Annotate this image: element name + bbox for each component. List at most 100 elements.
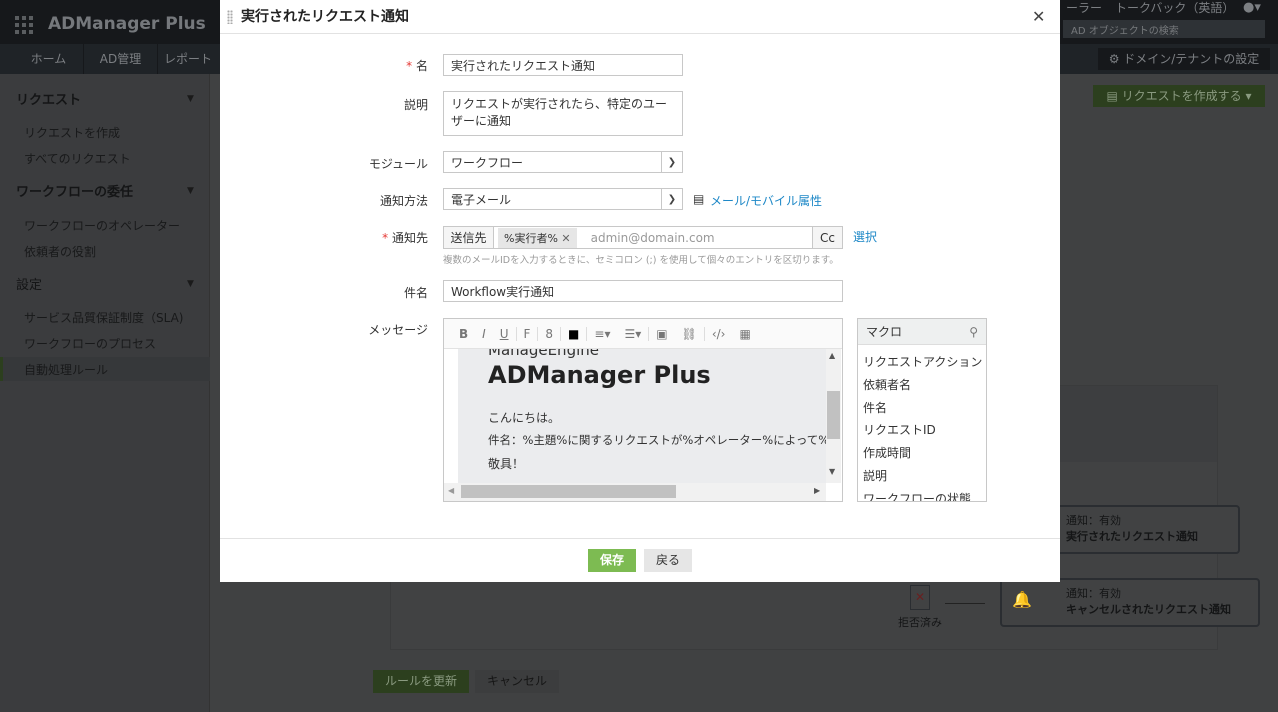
sidebar-section-settings[interactable]: 設定 [16, 274, 42, 293]
method-select[interactable]: 電子メール ❯ [443, 188, 683, 210]
subject-input[interactable]: Workflow実行通知 [443, 280, 843, 302]
tab-reports[interactable]: レポート [158, 44, 218, 74]
top-link-0[interactable]: ーラー [1066, 0, 1102, 16]
domain-settings-label: ドメイン/テナントの設定 [1123, 52, 1260, 66]
recipient-input[interactable]: admin@domain.com [591, 231, 812, 245]
text-color-icon[interactable]: ■ [561, 327, 586, 341]
document-icon: ▤ [693, 192, 705, 206]
macro-item[interactable]: リクエストアクション [863, 351, 982, 374]
description-textarea[interactable]: リクエストが実行されたら、特定のユーザーに通知 [443, 91, 683, 136]
rejected-label: 拒否済み [898, 616, 942, 629]
module-label: モジュール [368, 157, 428, 171]
macro-item[interactable]: 件名 [863, 397, 981, 420]
chevron-down-icon[interactable]: ▼ [187, 279, 194, 289]
macro-list: リクエストアクション 依頼者名 件名 リクエストID 作成時間 説明 ワークフロ… [858, 345, 986, 501]
scroll-down-icon[interactable]: ▼ [829, 467, 835, 476]
underline-button[interactable]: U [493, 327, 516, 341]
bell-icon: 🔔 [1012, 590, 1032, 609]
notification-dialog: 実行されたリクエスト通知 ✕ * 名 実行されたリクエスト通知 説明 リクエスト… [220, 0, 1060, 582]
domain-settings-button[interactable]: ⚙ ドメイン/テナントの設定 [1098, 48, 1270, 70]
editor-content[interactable]: ManageEngine ADManager Plus こんにちは。 件名：%主… [458, 349, 826, 483]
chevron-down-icon[interactable]: ▼ [187, 186, 194, 196]
greeting-text: こんにちは。 [488, 411, 561, 425]
table-icon[interactable]: ▦ [732, 327, 757, 341]
user-icon[interactable]: ●▾ [1243, 0, 1261, 15]
name-input[interactable]: 実行されたリクエスト通知 [443, 54, 683, 76]
macro-item[interactable]: 作成時間 [863, 442, 981, 465]
tab-home[interactable]: ホーム [14, 44, 84, 74]
top-link-talkback[interactable]: トークバック（英語） [1115, 0, 1234, 16]
sidebar: リクエスト ▼ リクエストを作成 すべてのリクエスト ワークフローの委任 ▼ ワ… [0, 74, 210, 712]
scroll-right-icon[interactable]: ▶ [814, 486, 820, 495]
cc-button[interactable]: Cc [812, 227, 842, 248]
sidebar-item-all-requests[interactable]: すべてのリクエスト [24, 150, 131, 167]
link-icon[interactable]: ⛓ [675, 327, 704, 341]
image-icon[interactable]: ▣ [649, 327, 674, 341]
chip-label: %実行者% [504, 231, 558, 245]
sidebar-item-requester-roles[interactable]: 依頼者の役割 [24, 243, 96, 260]
close-icon[interactable]: ✕ [1032, 7, 1045, 26]
macro-item[interactable]: リクエストID [863, 419, 981, 442]
dialog-header: 実行されたリクエスト通知 ✕ [220, 0, 1060, 34]
scroll-thumb[interactable] [461, 485, 676, 498]
macro-header: マクロ ⚲ [858, 319, 986, 345]
brand-logo: ADManager Plus [488, 361, 711, 389]
connector-line [945, 603, 985, 604]
notify-name: 実行されたリクエスト通知 [1066, 530, 1198, 543]
save-button[interactable]: 保存 [588, 549, 636, 572]
scroll-thumb[interactable] [827, 391, 840, 439]
scroll-left-icon[interactable]: ◀ [448, 486, 454, 495]
macro-panel: マクロ ⚲ リクエストアクション 依頼者名 件名 リクエストID 作成時間 説明… [857, 318, 987, 502]
font-size-button[interactable]: 8 [538, 327, 560, 341]
ad-search-input[interactable]: AD オブジェクトの検索 [1063, 20, 1265, 38]
message-label: メッセージ [368, 323, 428, 337]
bold-button[interactable]: B [452, 327, 475, 341]
chevron-down-icon[interactable]: ▼ [187, 94, 194, 104]
drag-handle-icon[interactable] [227, 10, 233, 24]
description-label: 説明 [403, 98, 428, 112]
recipients-field[interactable]: 送信先 %実行者% ✕ admin@domain.com Cc [443, 226, 843, 249]
module-value: ワークフロー [451, 155, 524, 170]
update-rule-button[interactable]: ルールを更新 [373, 670, 470, 693]
rejected-icon: ✕ [910, 585, 930, 610]
source-code-icon[interactable]: ‹/› [705, 327, 733, 341]
select-recipients-link[interactable]: 選択 [853, 228, 877, 245]
message-editor[interactable]: B I U F 8 ■ ≡▾ ☰▾ ▣ ⛓ ‹/› ▦ ManageEngine… [443, 318, 843, 502]
sidebar-section-request[interactable]: リクエスト [16, 89, 81, 108]
notify-status: 通知：有効 [1066, 587, 1121, 600]
notify-name: キャンセルされたリクエスト通知 [1066, 603, 1231, 616]
search-icon[interactable]: ⚲ [969, 325, 978, 339]
macro-item[interactable]: 説明 [863, 465, 981, 488]
chevron-down-icon[interactable]: ❯ [661, 189, 682, 209]
scroll-up-icon[interactable]: ▲ [829, 351, 835, 360]
recipient-chip: %実行者% ✕ [498, 227, 577, 248]
horizontal-scrollbar[interactable]: ◀ ▶ [444, 483, 826, 501]
macro-item[interactable]: ワークフローの状態 [863, 488, 981, 501]
sidebar-item-sla[interactable]: サービス品質保証制度（SLA) [24, 309, 183, 326]
dialog-title: 実行されたリクエスト通知 [241, 9, 409, 25]
back-button[interactable]: 戻る [644, 549, 692, 572]
app-logo: ADManager Plus [48, 14, 206, 34]
sidebar-item-workflow-process[interactable]: ワークフローのプロセス [24, 335, 156, 352]
align-icon[interactable]: ≡▾ [587, 327, 617, 341]
sidebar-section-delegation[interactable]: ワークフローの委任 [16, 181, 133, 200]
sidebar-item-automation-rules[interactable]: 自動処理ルール [24, 361, 108, 378]
app-grid-icon[interactable] [15, 16, 33, 34]
sidebar-item-operators[interactable]: ワークフローのオペレーター [24, 217, 180, 234]
italic-button[interactable]: I [475, 327, 493, 341]
create-request-button[interactable]: ▤ リクエストを作成する ▾ [1093, 85, 1265, 107]
vertical-scrollbar[interactable]: ▲ ▼ [826, 349, 841, 483]
notify-cancelled-box[interactable]: 🔔 通知：有効 キャンセルされたリクエスト通知 [1000, 578, 1260, 627]
remove-chip-icon[interactable]: ✕ [561, 232, 570, 245]
font-button[interactable]: F [517, 327, 538, 341]
cancel-button[interactable]: キャンセル [475, 670, 560, 693]
macro-item[interactable]: 依頼者名 [863, 374, 981, 397]
macro-title: マクロ [866, 325, 903, 339]
sidebar-item-create-request[interactable]: リクエストを作成 [24, 124, 120, 141]
module-select[interactable]: ワークフロー ❯ [443, 151, 683, 173]
tab-ad-management[interactable]: AD管理 [84, 44, 158, 74]
editor-toolbar: B I U F 8 ■ ≡▾ ☰▾ ▣ ⛓ ‹/› ▦ [444, 319, 842, 349]
chevron-down-icon[interactable]: ❯ [661, 152, 682, 172]
mail-mobile-attributes-link[interactable]: メール/モバイル属性 [710, 192, 822, 209]
list-icon[interactable]: ☰▾ [617, 327, 648, 341]
